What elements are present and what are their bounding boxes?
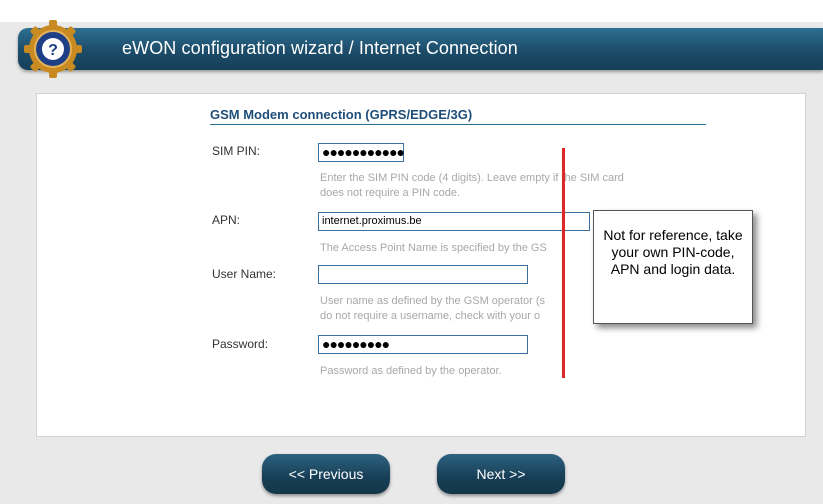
annotation-red-line: [562, 148, 565, 378]
previous-button[interactable]: << Previous: [262, 454, 390, 494]
password-field[interactable]: ●●●●●●●●●: [318, 335, 528, 354]
user-name-field[interactable]: [318, 265, 528, 284]
apn-field[interactable]: internet.proximus.be: [318, 212, 590, 231]
password-hint: Password as defined by the operator.: [320, 365, 502, 377]
section-title: GSM Modem connection (GPRS/EDGE/3G): [210, 107, 473, 122]
wizard-title: eWON configuration wizard / Internet Con…: [122, 38, 518, 58]
top-strip: [0, 0, 823, 22]
sim-pin-hint-2: does not require a PIN code.: [320, 187, 461, 199]
user-name-label: User Name:: [212, 267, 277, 281]
svg-text:?: ?: [48, 42, 58, 59]
apn-label: APN:: [212, 213, 241, 227]
next-button[interactable]: Next >>: [437, 454, 565, 494]
sim-pin-label: SIM PIN:: [212, 144, 261, 158]
help-icon[interactable]: ?: [18, 14, 88, 84]
user-name-hint-2: do not require a username, check with yo…: [320, 310, 541, 322]
wizard-header: eWON configuration wizard / Internet Con…: [18, 28, 823, 70]
sim-pin-field[interactable]: ●●●●●●●●●●●: [318, 143, 405, 162]
password-label: Password:: [212, 337, 269, 351]
user-name-hint-1: User name as defined by the GSM operator…: [320, 295, 545, 307]
sim-pin-hint-1: Enter the SIM PIN code (4 digits). Leave…: [320, 172, 624, 184]
annotation-note: Not for reference, take your own PIN-cod…: [593, 210, 753, 324]
apn-hint: The Access Point Name is specified by th…: [320, 242, 547, 254]
section-divider: [210, 124, 706, 125]
